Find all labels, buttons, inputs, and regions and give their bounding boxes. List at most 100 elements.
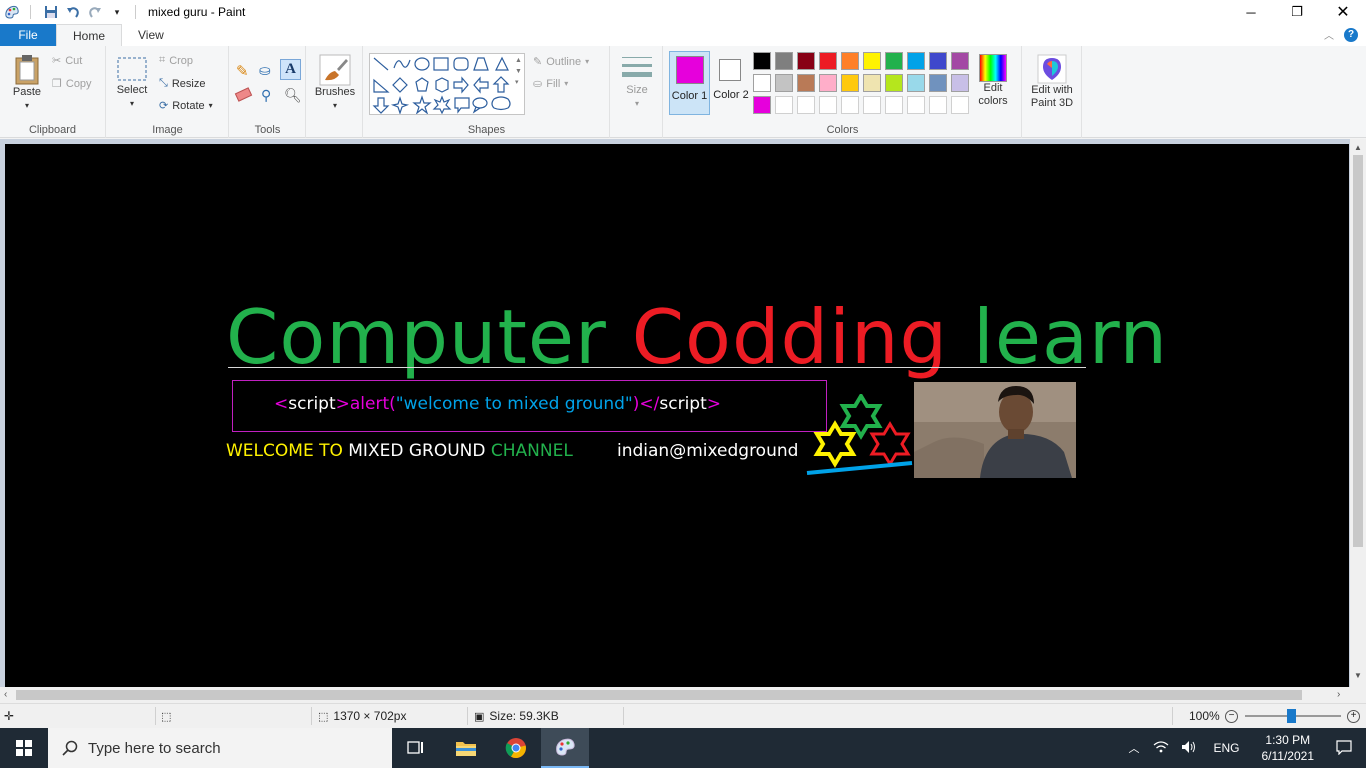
palette-swatch[interactable] [929, 52, 947, 70]
help-icon[interactable]: ? [1344, 27, 1358, 42]
palette-swatch[interactable] [753, 74, 771, 92]
vertical-scroll-thumb[interactable] [1353, 155, 1363, 547]
file-explorer-button[interactable] [442, 728, 490, 768]
color1-button[interactable]: Color 1 [669, 51, 710, 115]
palette-swatch[interactable] [775, 74, 793, 92]
select-button[interactable]: Select ▾ [113, 56, 151, 110]
crop-button[interactable]: ⌗ Crop [159, 54, 193, 67]
volume-icon[interactable] [1175, 740, 1203, 757]
palette-swatch[interactable] [775, 96, 793, 114]
search-placeholder: Type here to search [88, 739, 221, 757]
paste-button[interactable]: Paste ▾ [8, 54, 46, 112]
color-picker-icon[interactable]: ⚲ [261, 87, 271, 104]
tab-home[interactable]: Home [56, 24, 123, 46]
drawing-canvas[interactable]: Computer Codding learn <script>alert("we… [5, 144, 1349, 687]
redo-icon[interactable] [87, 4, 103, 20]
palette-swatch[interactable] [907, 52, 925, 70]
welcome-channel: CHANNEL [490, 441, 573, 461]
palette-swatch[interactable] [951, 74, 969, 92]
scroll-right-icon[interactable]: › [1337, 689, 1340, 700]
palette-swatch[interactable] [841, 96, 859, 114]
palette-swatch[interactable] [863, 52, 881, 70]
notifications-icon[interactable] [1326, 739, 1366, 758]
palette-swatch[interactable] [753, 96, 771, 114]
start-button[interactable] [0, 728, 48, 768]
palette-swatch[interactable] [907, 96, 925, 114]
collapse-ribbon-icon[interactable]: ︿ [1324, 27, 1334, 42]
color2-button[interactable]: Color 2 [713, 51, 749, 115]
zoom-in-button[interactable]: + [1347, 704, 1360, 728]
code-alert: alert( [349, 394, 396, 414]
fill-dropdown-icon: ▾ [564, 79, 569, 88]
customize-quick-access-icon[interactable]: ▾ [109, 4, 125, 20]
palette-swatch[interactable] [841, 74, 859, 92]
palette-swatch[interactable] [753, 52, 771, 70]
shapes-gallery[interactable] [369, 53, 525, 115]
vertical-scrollbar[interactable]: ▲ ▼ [1350, 139, 1366, 687]
minimize-button[interactable]: ─ [1228, 0, 1274, 24]
image-group: Select ▾ ⌗ Crop ⤡ Resize ⟳ Rotate ▾ Image [107, 46, 229, 138]
palette-swatch[interactable] [907, 74, 925, 92]
palette-swatch[interactable] [841, 52, 859, 70]
palette-swatch[interactable] [929, 74, 947, 92]
magnifier-icon[interactable]: 🔍︎ [284, 87, 302, 104]
rotate-button[interactable]: ⟳ Rotate ▾ [159, 99, 213, 113]
scroll-down-icon[interactable]: ▼ [1354, 671, 1362, 680]
size-button[interactable]: Size ▾ [616, 54, 658, 110]
show-hidden-icons-icon[interactable]: ︿ [1120, 740, 1147, 756]
selection-icon: ⬚ [161, 710, 172, 723]
palette-swatch[interactable] [797, 74, 815, 92]
paint-taskbar-button[interactable] [541, 728, 589, 768]
palette-swatch[interactable] [885, 96, 903, 114]
tab-file[interactable]: File [0, 24, 56, 46]
palette-swatch[interactable] [819, 74, 837, 92]
scroll-left-icon[interactable]: ‹ [4, 689, 7, 700]
undo-icon[interactable] [65, 4, 81, 20]
palette-swatch[interactable] [885, 52, 903, 70]
palette-swatch[interactable] [863, 74, 881, 92]
paint-app-icon[interactable] [4, 4, 20, 20]
zoom-slider[interactable] [1245, 709, 1341, 723]
eraser-icon[interactable] [234, 87, 253, 102]
status-divider [311, 707, 312, 725]
taskbar-search-box[interactable]: Type here to search [48, 728, 392, 768]
edit-with-paint3d-button[interactable]: Edit with Paint 3D [1024, 54, 1080, 110]
palette-swatch[interactable] [929, 96, 947, 114]
cut-button[interactable]: ✂ Cut [52, 54, 82, 68]
pencil-icon[interactable]: ✎ [236, 62, 249, 80]
scroll-up-icon[interactable]: ▲ [1354, 143, 1362, 152]
close-button[interactable]: ✕ [1320, 0, 1366, 24]
text-tool-icon[interactable]: A [280, 59, 301, 80]
chrome-button[interactable] [492, 728, 540, 768]
fill-bucket-icon[interactable]: ⛀ [259, 62, 271, 79]
zoom-slider-thumb[interactable] [1287, 709, 1296, 723]
restore-button[interactable]: ❐ [1274, 0, 1320, 24]
tab-view[interactable]: View [122, 24, 180, 46]
rotate-dropdown-icon: ▾ [208, 101, 213, 110]
clock[interactable]: 1:30 PM 6/11/2021 [1250, 732, 1327, 764]
resize-button[interactable]: ⤡ Resize [159, 77, 205, 90]
palette-swatch[interactable] [885, 74, 903, 92]
palette-swatch[interactable] [775, 52, 793, 70]
palette-swatch[interactable] [863, 96, 881, 114]
copy-button[interactable]: ❐ Copy [52, 77, 92, 91]
palette-swatch[interactable] [819, 96, 837, 114]
palette-swatch[interactable] [951, 52, 969, 70]
task-view-button[interactable] [392, 728, 440, 768]
palette-swatch[interactable] [797, 52, 815, 70]
shapes-scroll-controls[interactable]: ▲ ▼ ▾ [515, 55, 522, 88]
save-icon[interactable] [43, 4, 59, 20]
outline-button[interactable]: ✎ Outline ▾ [533, 55, 589, 69]
palette-swatch[interactable] [797, 96, 815, 114]
language-indicator[interactable]: ENG [1203, 741, 1249, 755]
palette-swatch[interactable] [819, 52, 837, 70]
network-icon[interactable] [1147, 740, 1175, 757]
edit-colors-button[interactable]: Edit colors [973, 54, 1013, 108]
horizontal-scroll-thumb[interactable] [16, 690, 1302, 700]
status-divider [623, 707, 624, 725]
brushes-button[interactable]: Brushes ▾ [313, 54, 357, 112]
palette-swatch[interactable] [951, 96, 969, 114]
zoom-out-button[interactable]: − [1225, 704, 1238, 728]
horizontal-scrollbar[interactable]: ‹ › [0, 687, 1350, 703]
fill-button[interactable]: ⛀ Fill ▾ [533, 77, 569, 91]
